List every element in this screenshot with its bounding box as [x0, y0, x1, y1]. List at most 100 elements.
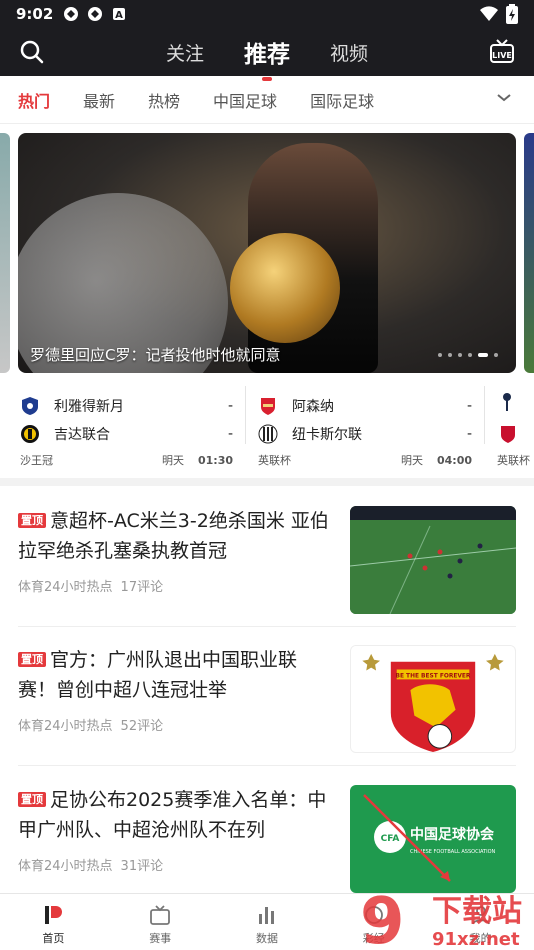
banner-trophy-image	[230, 233, 340, 343]
news-item[interactable]: 置顶 意超杯-AC米兰3-2绝杀国米 亚伯拉罕绝杀孔塞桑执教首冠 体育24小时热点…	[0, 506, 534, 628]
match-meta: 沙王冠 明天 01:30	[20, 452, 233, 468]
league-name: 英联杯	[497, 454, 530, 467]
news-comments: 17评论	[120, 580, 164, 595]
home-team-name: 阿森纳	[292, 399, 334, 415]
match-home-team: 利雅得新月 -	[20, 392, 233, 420]
carousel-dot-active	[478, 353, 488, 357]
team-logo-icon	[503, 393, 511, 411]
subtab-intl-football[interactable]: 国际足球	[310, 88, 374, 112]
team-logo-icon	[258, 424, 278, 444]
news-title: 官方：广州队退出中国职业联赛！曾创中超八连冠壮举	[18, 649, 298, 701]
pinned-badge: 置顶	[18, 513, 46, 528]
tab-follow[interactable]: 关注	[166, 39, 204, 66]
nav-home[interactable]: 首页	[0, 894, 107, 950]
carousel-dots	[438, 353, 498, 357]
nav-events[interactable]: 赛事	[107, 894, 214, 950]
carousel-dot	[438, 353, 442, 357]
match-home-team: 阿森纳 -	[258, 392, 472, 420]
carousel-dot	[494, 353, 498, 357]
live-tv-icon[interactable]: LIVE	[490, 38, 514, 64]
watermark-text-en: 91xz.net	[432, 929, 520, 950]
nav-label: 数据	[255, 932, 278, 945]
nav-data[interactable]: 数据	[214, 894, 321, 950]
home-score: -	[466, 398, 472, 414]
banner-next-peek[interactable]	[524, 133, 534, 373]
news-title: 足协公布2025赛季准入名单：中甲广州队、中超沧州队不在列	[18, 789, 327, 841]
wifi-icon	[480, 6, 498, 22]
away-team-name: 吉达联合	[54, 427, 110, 443]
cfa-logo-image: CFA 中国足球协会 CHINESE FOOTBALL ASSOCIATION	[350, 785, 516, 893]
watermark-text-cn: 下载站	[432, 894, 522, 929]
status-bar: 9:02 A	[0, 0, 534, 28]
bar-chart-icon	[258, 907, 274, 924]
banner-prev-peek[interactable]	[0, 133, 10, 373]
carousel-dot	[458, 353, 462, 357]
home-score: -	[227, 398, 233, 414]
news-comments: 31评论	[120, 859, 164, 874]
news-source: 体育24小时热点	[18, 580, 113, 595]
section-separator	[0, 478, 534, 486]
divider	[18, 626, 516, 627]
league-name: 英联杯	[258, 454, 291, 467]
subtab-ranking[interactable]: 热榜	[148, 88, 180, 112]
vpn-icon	[64, 7, 79, 21]
chevron-down-icon[interactable]	[496, 90, 512, 106]
news-comments: 52评论	[120, 719, 164, 734]
away-team-name: 纽卡斯尔联	[292, 427, 362, 443]
a-icon: A	[113, 8, 126, 21]
team-logo-icon	[22, 397, 38, 415]
match-card[interactable]: 阿森纳 - 纽卡斯尔联 - 英联杯 明天 04:00	[258, 382, 472, 470]
news-title-wrap: 置顶 意超杯-AC米兰3-2绝杀国米 亚伯拉罕绝杀孔塞桑执教首冠	[18, 506, 330, 566]
pinned-badge: 置顶	[18, 652, 46, 667]
tab-recommend[interactable]: 推荐	[244, 35, 290, 81]
nav-label: 赛事	[149, 932, 172, 945]
vpn-icon	[88, 7, 103, 21]
match-card[interactable]: 利雅得新月 - 吉达联合 - 沙王冠 明天 01:30	[20, 382, 233, 470]
match-card-peek[interactable]: 英联杯	[497, 382, 534, 470]
away-score: -	[466, 426, 472, 442]
nav-label: 首页	[42, 932, 65, 945]
news-meta: 体育24小时热点 17评论	[18, 576, 163, 595]
match-meta: 英联杯 明天 04:00	[258, 452, 472, 468]
watermark-logo: 9 下载站 91xz.net	[360, 885, 522, 950]
news-meta: 体育24小时热点 31评论	[18, 855, 163, 874]
watermark-number: 9	[360, 885, 405, 950]
match-day: 明天	[400, 454, 423, 467]
category-tabs: 热门 最新 热榜 中国足球 国际足球	[0, 76, 534, 124]
status-time: 9:02	[16, 5, 54, 23]
svg-text:A: A	[115, 10, 123, 21]
news-source: 体育24小时热点	[18, 859, 113, 874]
news-meta: 体育24小时热点 52评论	[18, 715, 163, 734]
subtab-latest[interactable]: 最新	[83, 88, 115, 112]
banner-caption: 罗德里回应C罗：记者投他时他就同意	[30, 346, 281, 364]
news-title-wrap: 置顶 官方：广州队退出中国职业联赛！曾创中超八连冠壮举	[18, 645, 330, 705]
match-strip: 利雅得新月 - 吉达联合 - 沙王冠 明天 01:30 阿森纳 - 纽卡斯尔联 -…	[0, 382, 534, 470]
home-team-name: 利雅得新月	[54, 399, 124, 415]
divider	[245, 386, 246, 444]
subtab-hot[interactable]: 热门	[18, 88, 50, 112]
team-logo-icon	[501, 426, 515, 443]
match-away-team: 纽卡斯尔联 -	[258, 420, 472, 448]
match-time: 01:30	[197, 454, 233, 467]
news-item[interactable]: 置顶 官方：广州队退出中国职业联赛！曾创中超八连冠壮举 体育24小时热点 52评论 …	[0, 645, 534, 767]
match-time: 04:00	[436, 454, 472, 467]
team-logo-icon	[21, 425, 39, 443]
team-logo-icon	[261, 398, 275, 415]
divider	[18, 765, 516, 766]
subtab-china-football[interactable]: 中国足球	[213, 88, 277, 112]
tv-icon	[150, 905, 171, 925]
news-title-wrap: 置顶 足协公布2025赛季准入名单：中甲广州队、中超沧州队不在列	[18, 785, 330, 845]
away-score: -	[227, 426, 233, 442]
divider	[484, 386, 485, 444]
cfa-cn-text: 中国足球协会	[410, 826, 495, 843]
match-day: 明天	[161, 454, 184, 467]
banner-slide[interactable]: 罗德里回应C罗：记者投他时他就同意	[18, 133, 516, 373]
home-icon	[45, 906, 63, 924]
news-source: 体育24小时热点	[18, 719, 113, 734]
guangzhou-crest-image: BE THE BEST FOREVER	[350, 645, 516, 753]
top-nav: 关注 推荐 视频 LIVE	[0, 28, 534, 81]
pinned-badge: 置顶	[18, 792, 46, 807]
tab-video[interactable]: 视频	[330, 39, 368, 66]
carousel-dot	[468, 353, 472, 357]
carousel-dot	[448, 353, 452, 357]
